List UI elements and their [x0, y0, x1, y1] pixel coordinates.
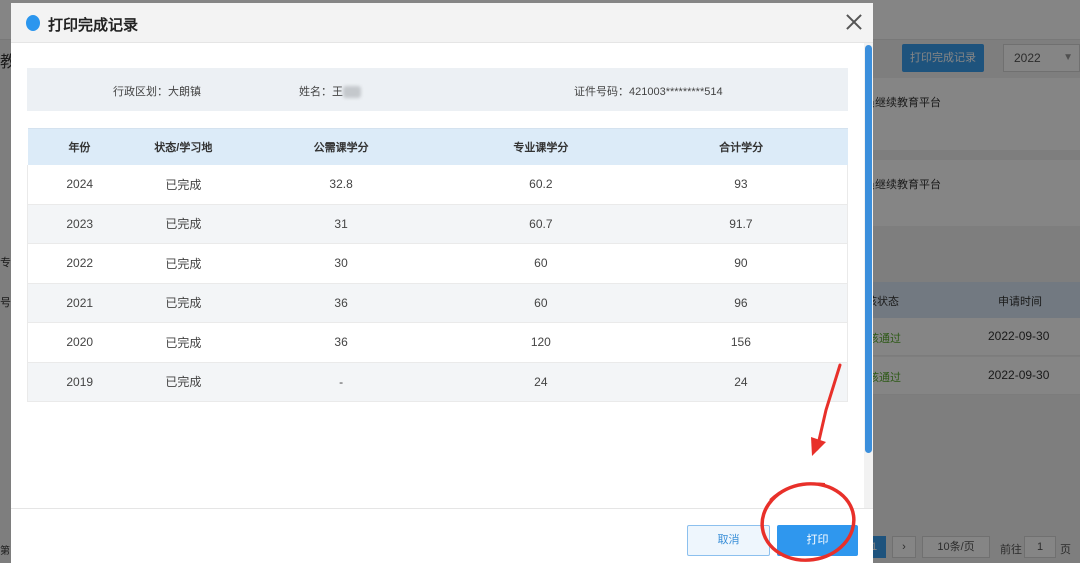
modal-title: 打印完成记录: [48, 17, 139, 34]
region-info: 行政区划：大朗镇: [113, 86, 201, 98]
cell-year: 2021: [27, 283, 132, 323]
cell-public-credits: 36: [235, 322, 447, 363]
cell-status: 已完成: [131, 164, 236, 205]
cancel-button[interactable]: 取消: [687, 525, 770, 556]
name-value: 王: [332, 86, 343, 98]
print-record-modal: 打印完成记录 行政区划：大朗镇 姓名：王 证件号码：421003********…: [11, 3, 873, 563]
name-info: 姓名：王: [299, 83, 361, 99]
table-row: 2023 已完成 31 60.7 91.7: [27, 204, 848, 244]
cell-total-credits: 156: [634, 322, 848, 363]
cell-status: 已完成: [131, 243, 236, 284]
print-button[interactable]: 打印: [777, 525, 858, 556]
cell-professional-credits: 60: [446, 283, 635, 323]
cell-public-credits: 32.8: [235, 164, 447, 205]
info-bar: 行政区划：大朗镇 姓名：王 证件号码：421003*********514: [27, 68, 848, 111]
cell-status: 已完成: [131, 362, 236, 402]
cell-public-credits: 30: [235, 243, 447, 284]
close-icon[interactable]: [843, 11, 865, 33]
table-row: 2024 已完成 32.8 60.2 93: [27, 164, 848, 205]
th-status: 状态/学习地: [131, 128, 236, 165]
cell-status: 已完成: [131, 283, 236, 323]
th-professional-credits: 专业课学分: [446, 128, 635, 165]
th-total-credits: 合计学分: [634, 128, 848, 165]
modal-header: 打印完成记录: [11, 3, 873, 43]
name-label: 姓名：: [299, 86, 332, 98]
cell-total-credits: 96: [634, 283, 848, 323]
cell-total-credits: 93: [634, 164, 848, 205]
modal-footer: 取消 打印: [11, 508, 873, 563]
id-number-info: 证件号码：421003*********514: [574, 86, 723, 98]
cell-year: 2024: [27, 164, 132, 205]
cell-year: 2020: [27, 322, 132, 363]
cell-total-credits: 90: [634, 243, 848, 284]
th-public-credits: 公需课学分: [235, 128, 447, 165]
table-row: 2021 已完成 36 60 96: [27, 283, 848, 323]
table-row: 2019 已完成 - 24 24: [27, 362, 848, 402]
cell-year: 2019: [27, 362, 132, 402]
cell-public-credits: 36: [235, 283, 447, 323]
cell-status: 已完成: [131, 322, 236, 363]
cell-professional-credits: 60.2: [446, 164, 635, 205]
th-year: 年份: [27, 128, 132, 165]
modal-scrollbar[interactable]: [864, 43, 873, 513]
name-blur-mask: [343, 86, 361, 99]
cell-professional-credits: 120: [446, 322, 635, 363]
cell-year: 2022: [27, 243, 132, 284]
completion-records-table: 年份 状态/学习地 公需课学分 专业课学分 合计学分 2024 已完成 32.8…: [27, 128, 848, 402]
cell-total-credits: 91.7: [634, 204, 848, 244]
cell-public-credits: 31: [235, 204, 447, 244]
cell-professional-credits: 60: [446, 243, 635, 284]
cell-public-credits: -: [235, 362, 447, 402]
cell-professional-credits: 60.7: [446, 204, 635, 244]
cell-total-credits: 24: [634, 362, 848, 402]
table-row: 2022 已完成 30 60 90: [27, 243, 848, 284]
scrollbar-thumb[interactable]: [865, 45, 872, 453]
cell-status: 已完成: [131, 204, 236, 244]
cell-year: 2023: [27, 204, 132, 244]
table-header-row: 年份 状态/学习地 公需课学分 专业课学分 合计学分: [27, 128, 848, 165]
title-dot-icon: [26, 15, 40, 31]
table-row: 2020 已完成 36 120 156: [27, 322, 848, 363]
cell-professional-credits: 24: [446, 362, 635, 402]
